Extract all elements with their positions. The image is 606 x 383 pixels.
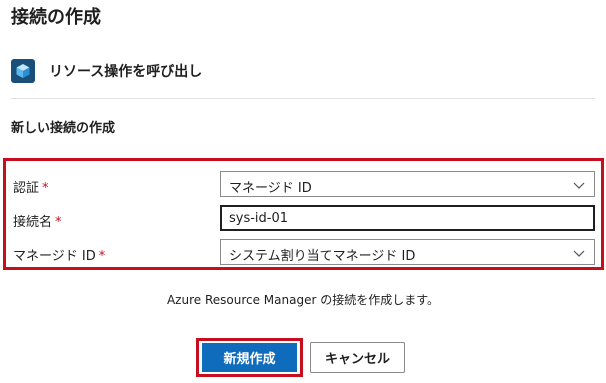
connection-name-value: sys-id-01: [229, 211, 289, 226]
section-title: 新しい接続の作成: [11, 121, 116, 136]
create-button[interactable]: 新規作成: [202, 343, 297, 372]
connection-name-label: 接続名 *: [13, 215, 62, 230]
required-mark: *: [55, 215, 62, 230]
required-mark: *: [42, 181, 49, 196]
required-mark: *: [98, 249, 106, 264]
auth-row: 認証 * マネージド ID: [6, 171, 601, 197]
connector-header: リソース操作を呼び出し: [11, 58, 202, 84]
cancel-button[interactable]: キャンセル: [310, 342, 405, 373]
divider: [11, 98, 595, 99]
connector-name: リソース操作を呼び出し: [49, 64, 203, 80]
info-text: Azure Resource Manager の接続を作成します。: [166, 293, 440, 307]
managed-identity-select[interactable]: システム割り当てマネージド ID: [220, 239, 595, 265]
auth-select-value: マネージド ID: [229, 181, 312, 196]
connection-form: 認証 * マネージド ID 接続名 * sys-id-01 マネージド ID * シス…: [3, 158, 604, 270]
connection-name-row: 接続名 * sys-id-01: [6, 205, 601, 231]
managed-identity-select-value: システム割り当てマネージド ID: [229, 249, 416, 264]
connection-name-input[interactable]: sys-id-01: [220, 205, 595, 231]
auth-label: 認証 *: [13, 181, 49, 196]
auth-select[interactable]: マネージド ID: [220, 171, 595, 197]
cube-icon: [11, 59, 35, 83]
page-title: 接続の作成: [11, 7, 101, 28]
managed-identity-label: マネージド ID *: [13, 249, 106, 264]
chevron-down-icon: [573, 182, 585, 189]
chevron-down-icon: [573, 250, 585, 257]
managed-identity-row: マネージド ID * システム割り当てマネージド ID: [6, 239, 601, 265]
